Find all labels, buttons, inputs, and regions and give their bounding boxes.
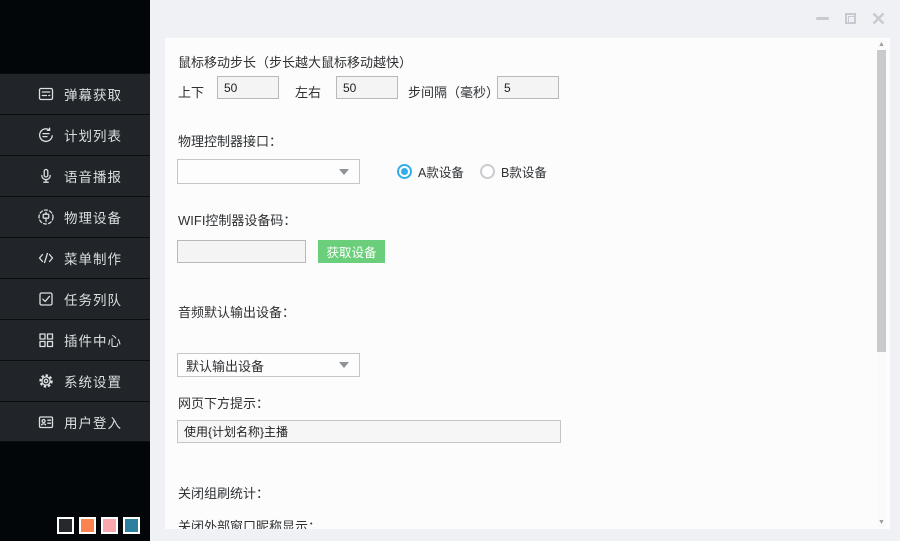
maximize-button[interactable] [836,8,864,28]
step-interval-label: 步间隔（毫秒） [408,82,499,101]
sidebar: 弹幕获取 计划列表 语音播报 物理设备 菜单制作 [0,0,150,541]
audio-output-value: 默认输出设备 [186,356,264,375]
sidebar-item-label: 菜单制作 [64,248,122,268]
theme-swatches [57,517,145,534]
scroll-up-icon[interactable]: ▲ [877,40,886,49]
close-group-stats-label: 关闭组刷统计： [178,483,269,502]
mouse-step-title: 鼠标移动步长（步长越大鼠标移动越快） [178,52,412,71]
close-external-nickname-label: 关闭外部窗口昵称显示： [178,516,321,529]
sidebar-item-physical-device[interactable]: 物理设备 [0,196,150,237]
wifi-code-input[interactable] [177,240,306,263]
step-vertical-label: 上下 [178,82,204,101]
window-controls [808,8,892,28]
close-button[interactable] [864,8,892,28]
theme-swatch-teal[interactable] [123,517,140,534]
sidebar-item-system-settings[interactable]: 系统设置 [0,360,150,401]
controller-port-label: 物理控制器接口： [178,131,282,150]
sidebar-item-voice[interactable]: 语音播报 [0,155,150,196]
scrollbar-thumb[interactable] [877,50,886,352]
get-device-button[interactable]: 获取设备 [318,240,385,263]
sidebar-item-user-login[interactable]: 用户登入 [0,401,150,442]
panel-scrollbar[interactable]: ▲ ▼ [877,40,886,527]
step-vertical-input[interactable] [217,76,279,99]
audio-output-label: 音频默认输出设备： [178,302,295,321]
sidebar-item-label: 弹幕获取 [64,84,122,104]
theme-swatch-dark[interactable] [57,517,74,534]
user-login-icon [37,413,55,431]
step-horizontal-input[interactable] [336,76,398,99]
step-interval-input[interactable] [497,76,559,99]
device-a-radio[interactable] [397,164,412,179]
audio-output-select[interactable]: 默认输出设备 [177,353,360,377]
voice-broadcast-icon [37,167,55,185]
step-horizontal-label: 左右 [295,82,321,101]
minimize-button[interactable] [808,8,836,28]
device-b-radio-row[interactable]: B款设备 [480,162,547,181]
device-b-radio[interactable] [480,164,495,179]
device-a-label: A款设备 [418,162,464,181]
settings-panel: 鼠标移动步长（步长越大鼠标移动越快） 上下 左右 步间隔（毫秒） 物理控制器接口… [165,38,890,529]
sidebar-item-label: 用户登入 [64,412,122,432]
plan-list-icon [37,126,55,144]
sidebar-item-plan-list[interactable]: 计划列表 [0,114,150,155]
chevron-down-icon [339,169,349,175]
task-queue-icon [37,290,55,308]
chevron-down-icon [339,362,349,368]
sidebar-nav: 弹幕获取 计划列表 语音播报 物理设备 菜单制作 [0,73,150,442]
controller-port-select[interactable] [177,159,360,184]
physical-device-icon [37,208,55,226]
sidebar-item-label: 插件中心 [64,330,122,350]
wifi-code-label: WIFI控制器设备码： [178,210,296,229]
sidebar-item-plugin-center[interactable]: 插件中心 [0,319,150,360]
theme-swatch-orange[interactable] [79,517,96,534]
system-settings-icon [37,372,55,390]
web-tip-input[interactable] [177,420,561,443]
sidebar-item-label: 系统设置 [64,371,122,391]
scroll-down-icon[interactable]: ▼ [877,518,886,527]
sidebar-item-label: 任务列队 [64,289,122,309]
sidebar-item-danmaku[interactable]: 弹幕获取 [0,73,150,114]
sidebar-item-task-queue[interactable]: 任务列队 [0,278,150,319]
sidebar-item-label: 物理设备 [64,207,122,227]
menu-maker-icon [37,249,55,267]
plugin-center-icon [37,331,55,349]
device-a-radio-row[interactable]: A款设备 [397,162,464,181]
sidebar-item-menu-maker[interactable]: 菜单制作 [0,237,150,278]
device-b-label: B款设备 [501,162,547,181]
web-tip-label: 网页下方提示： [178,393,269,412]
theme-swatch-pink[interactable] [101,517,118,534]
sidebar-item-label: 计划列表 [64,125,122,145]
danmaku-list-icon [37,85,55,103]
sidebar-item-label: 语音播报 [64,166,122,186]
